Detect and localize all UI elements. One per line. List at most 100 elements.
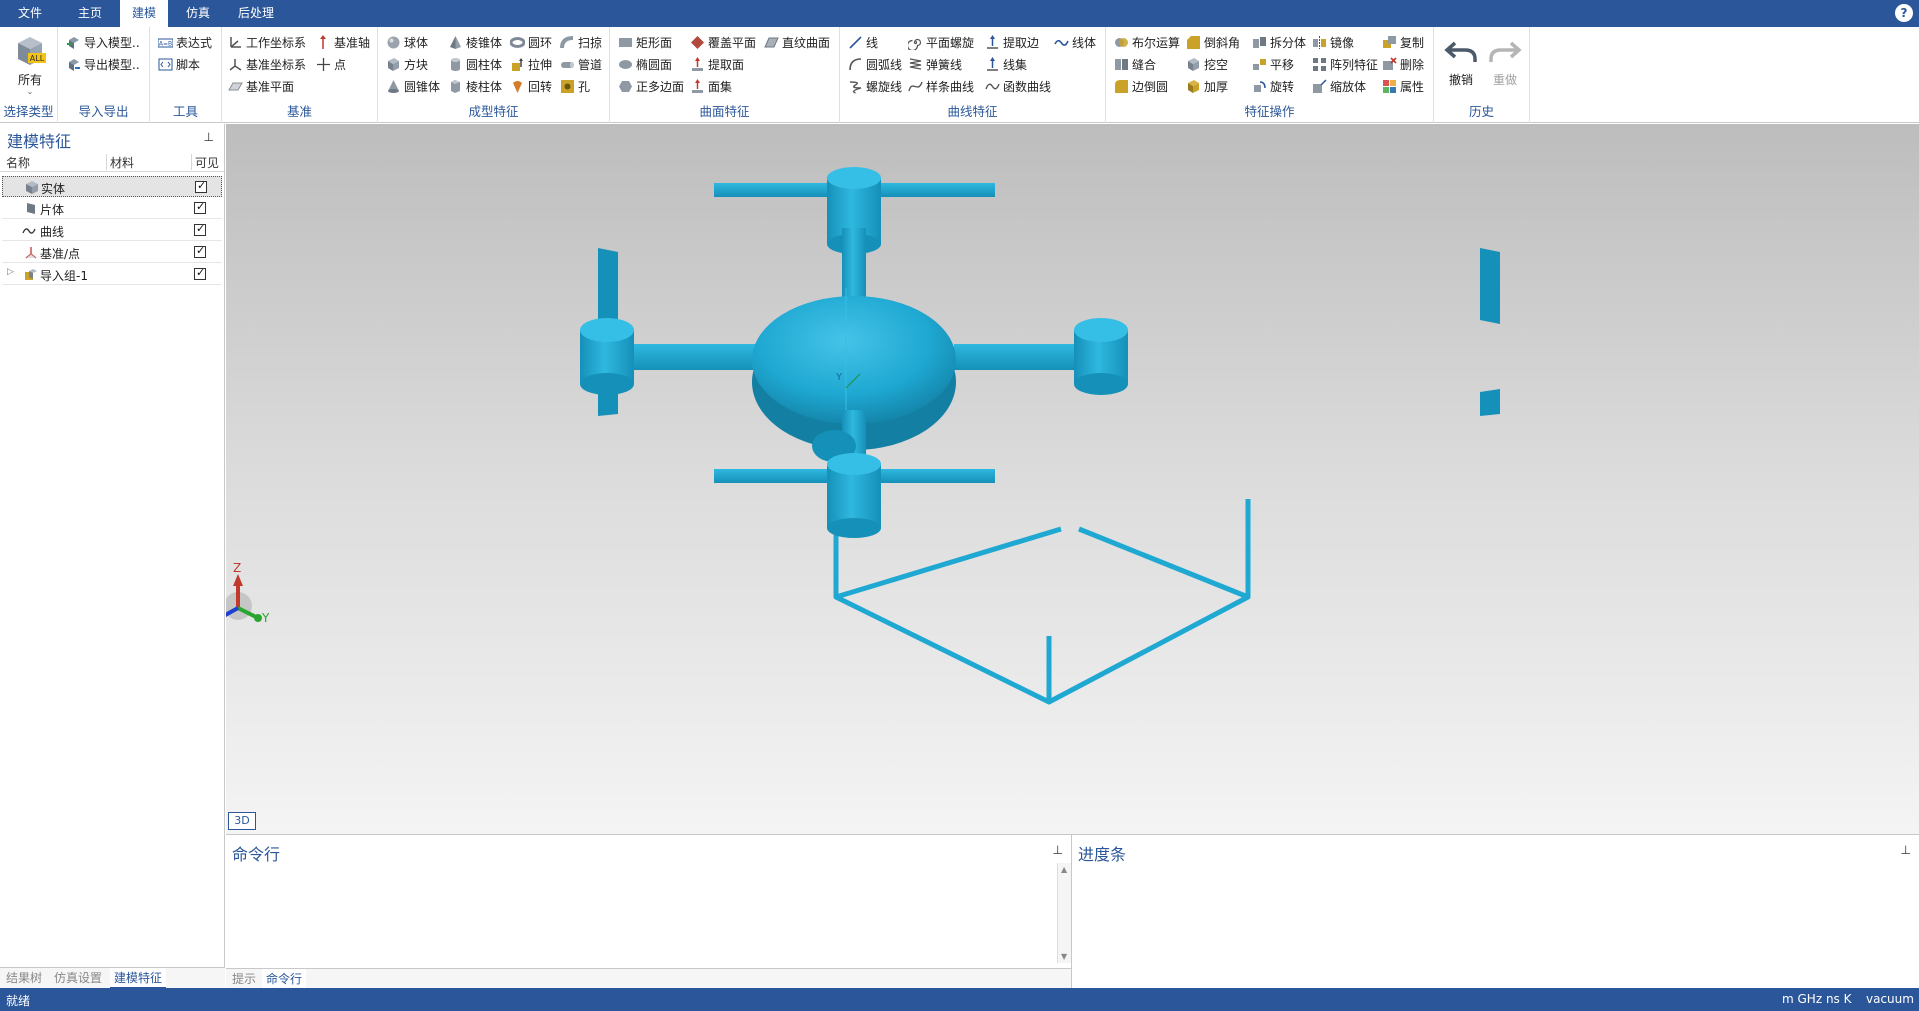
planar-spiral-button[interactable]: 平面螺旋 (908, 33, 974, 53)
edge-blend-button[interactable]: 边倒圆 (1114, 77, 1168, 97)
tree-row-import-group[interactable]: ▷ 导入组-1 (2, 264, 222, 285)
extract-edge-button[interactable]: 提取边 (985, 33, 1039, 53)
datum-plane-button[interactable]: 基准平面 (228, 77, 294, 97)
delete-button[interactable]: 删除 (1382, 55, 1424, 75)
orientation-triad[interactable]: Z Y X (226, 561, 270, 625)
cylinder-button[interactable]: 圆柱体 (448, 55, 502, 75)
import-group-icon (25, 269, 37, 280)
scroll-up-icon[interactable]: ▲ (1061, 865, 1067, 874)
properties-button[interactable]: 属性 (1382, 77, 1424, 97)
scale-body-button[interactable]: 缩放体 (1312, 77, 1366, 97)
line-set-button[interactable]: 线集 (985, 55, 1027, 75)
tab-hint[interactable]: 提示 (228, 969, 260, 990)
view-tab-3d[interactable]: 3D (228, 812, 256, 830)
visible-checkbox[interactable] (194, 244, 206, 258)
datum-csys-button[interactable]: 基准坐标系 (228, 55, 306, 75)
face-set-button[interactable]: 面集 (690, 77, 732, 97)
cone-button[interactable]: 圆锥体 (386, 77, 440, 97)
group-label-primitives: 成型特征 (468, 104, 519, 119)
spline-button[interactable]: 样条曲线 (908, 77, 974, 97)
tab-sim-setup[interactable]: 仿真设置 (50, 968, 106, 989)
ellipse-face-button[interactable]: 椭圆面 (618, 55, 672, 75)
extract-face-button[interactable]: 提取面 (690, 55, 744, 75)
visible-checkbox[interactable] (195, 179, 207, 193)
export-model-button[interactable]: 导出模型.. (66, 55, 140, 75)
expression-button[interactable]: A=B 表达式 (158, 33, 212, 53)
column-material[interactable]: 材料 (110, 154, 134, 171)
visible-checkbox[interactable] (194, 200, 206, 214)
function-curve-button[interactable]: 函数曲线 (985, 77, 1051, 97)
command-scrollbar[interactable]: ▲ ▼ (1057, 863, 1071, 963)
column-name[interactable]: 名称 (6, 154, 30, 171)
split-body-button[interactable]: 拆分体 (1252, 33, 1306, 53)
help-button[interactable]: ? (1895, 4, 1913, 22)
rotate-button[interactable]: 旋转 (1252, 77, 1294, 97)
tree-row-datum-point[interactable]: 基准/点 (2, 242, 222, 263)
pin-icon[interactable]: ⊥ (1901, 843, 1911, 857)
spring-button[interactable]: 弹簧线 (908, 55, 962, 75)
chamfer-button[interactable]: 倒斜角 (1186, 33, 1240, 53)
drone-model[interactable]: Y Z Y X (226, 124, 1919, 834)
copy-button[interactable]: 复制 (1382, 33, 1424, 53)
tab-command-line[interactable]: 命令行 (262, 969, 307, 990)
extrude-button[interactable]: 拉伸 (510, 55, 552, 75)
visible-checkbox[interactable] (194, 222, 206, 236)
work-csys-button[interactable]: 工作坐标系 (228, 33, 306, 53)
tree-row-solid[interactable]: 实体 (2, 176, 222, 197)
pin-icon[interactable]: ⊥ (1053, 843, 1063, 857)
hole-icon (561, 80, 574, 93)
import-model-button[interactable]: 导入模型.. (66, 33, 140, 53)
shell-button[interactable]: 挖空 (1186, 55, 1228, 75)
prism-button[interactable]: 棱柱体 (448, 77, 502, 97)
tree-row-sheet[interactable]: 片体 (2, 198, 222, 219)
cover-plane-button[interactable]: 覆盖平面 (690, 33, 756, 53)
revolve-button[interactable]: 回转 (510, 77, 552, 97)
script-button[interactable]: 脚本 (158, 55, 200, 75)
arc-button[interactable]: 圆弧线 (848, 55, 902, 75)
tree-row-curve[interactable]: 曲线 (2, 220, 222, 241)
tab-postprocess[interactable]: 后处理 (228, 0, 284, 27)
torus-button[interactable]: 圆环 (510, 33, 552, 53)
tab-modeling[interactable]: 建模 (120, 0, 168, 27)
tab-file[interactable]: 文件 (8, 0, 52, 27)
pattern-feature-button[interactable]: 阵列特征 (1312, 55, 1378, 75)
helix-button[interactable]: 螺旋线 (848, 77, 902, 97)
line-button[interactable]: 线 (848, 33, 878, 53)
tab-modeling-features[interactable]: 建模特征 (110, 968, 167, 989)
select-all-button[interactable]: ALL 所有 ⌄ (8, 33, 52, 96)
column-visible[interactable]: 可见 (195, 154, 219, 171)
expand-arrow-icon[interactable]: ▷ (7, 267, 14, 277)
datum-axis-button[interactable]: 基准轴 (316, 33, 370, 53)
sew-button[interactable]: 缝合 (1114, 55, 1156, 75)
redo-button[interactable]: 重做 (1486, 33, 1524, 88)
tab-simulation[interactable]: 仿真 (176, 0, 220, 27)
column-separator (106, 154, 107, 170)
tab-result-tree[interactable]: 结果树 (2, 968, 46, 989)
status-bar: 就绪 m GHz ns K vacuum (0, 988, 1919, 1011)
group-label-curves: 曲线特征 (947, 104, 998, 119)
3d-viewport[interactable]: Y Z Y X 3D (226, 124, 1919, 834)
block-button[interactable]: 方块 (386, 55, 428, 75)
pin-icon[interactable]: ⊥ (204, 130, 214, 144)
pipe-button[interactable]: 管道 (560, 55, 602, 75)
tab-home[interactable]: 主页 (68, 0, 112, 27)
import-model-icon (67, 37, 79, 49)
dropdown-arrow-icon: ⌄ (26, 87, 34, 96)
visible-checkbox[interactable] (194, 266, 206, 280)
sweep-button[interactable]: 扫掠 (560, 33, 602, 53)
thicken-button[interactable]: 加厚 (1186, 77, 1228, 97)
ruled-surface-button[interactable]: 直纹曲面 (764, 33, 830, 53)
split-body-icon (1253, 37, 1266, 48)
point-button[interactable]: 点 (316, 55, 346, 75)
hole-button[interactable]: 孔 (560, 77, 590, 97)
boolean-button[interactable]: 布尔运算 (1114, 33, 1180, 53)
wire-body-button[interactable]: 线体 (1054, 33, 1096, 53)
translate-button[interactable]: 平移 (1252, 55, 1294, 75)
rect-face-button[interactable]: 矩形面 (618, 33, 672, 53)
polygon-face-button[interactable]: 正多边面 (618, 77, 684, 97)
sphere-button[interactable]: 球体 (386, 33, 428, 53)
undo-button[interactable]: 撤销 (1442, 33, 1480, 88)
scroll-down-icon[interactable]: ▼ (1061, 952, 1067, 961)
pyramid-button[interactable]: 棱锥体 (448, 33, 502, 53)
mirror-button[interactable]: 镜像 (1312, 33, 1354, 53)
